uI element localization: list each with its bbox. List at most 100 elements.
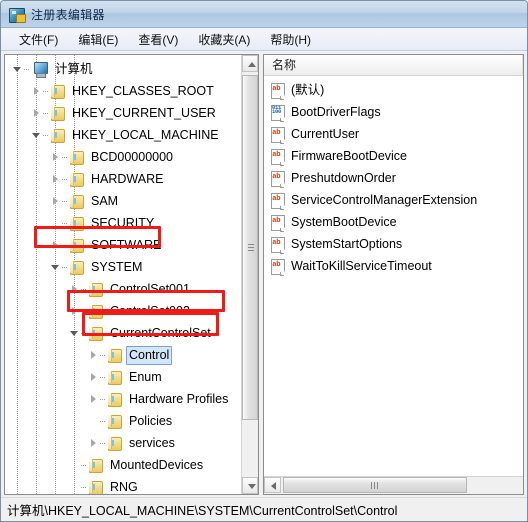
value-row[interactable]: ab CurrentUser xyxy=(264,123,523,145)
folder-icon xyxy=(107,414,122,429)
tree-item-system[interactable]: SYSTEM xyxy=(5,256,241,278)
expand-triangle-icon[interactable] xyxy=(87,366,100,388)
folder-icon xyxy=(88,282,103,297)
folder-icon xyxy=(88,480,103,494)
tree-connector xyxy=(43,80,50,102)
tree-item-label: SAM xyxy=(91,194,119,208)
tree-item-enum[interactable]: Enum xyxy=(5,366,241,388)
computer-icon xyxy=(31,61,48,78)
registry-tree-pane: 计算机 HKEY_CLASSES_ROOT HKEY_CURRENT_USER HKE… xyxy=(4,54,259,495)
menu-view[interactable]: 查看(V) xyxy=(130,29,186,50)
tree-item-controlset002[interactable]: ControlSet002 xyxy=(5,300,241,322)
folder-icon xyxy=(88,458,103,473)
folder-icon xyxy=(107,370,122,385)
expand-triangle-icon[interactable] xyxy=(87,432,100,454)
tree-connector xyxy=(62,190,69,212)
tree-item-bcd00000000[interactable]: BCD00000000 xyxy=(5,146,241,168)
tree-item-label: SOFTWARE xyxy=(91,238,162,252)
scroll-up-button[interactable] xyxy=(242,55,258,72)
value-name: CurrentUser xyxy=(291,127,360,141)
expand-triangle-icon[interactable] xyxy=(68,300,81,322)
menu-file[interactable]: 文件(F) xyxy=(11,29,66,50)
tree-item--[interactable]: 计算机 xyxy=(5,58,241,80)
tree-connector xyxy=(100,432,107,454)
tree-item-hkey-current-user[interactable]: HKEY_CURRENT_USER xyxy=(5,102,241,124)
value-row[interactable]: ab SystemBootDevice xyxy=(264,211,523,233)
registry-tree[interactable]: 计算机 HKEY_CLASSES_ROOT HKEY_CURRENT_USER HKE… xyxy=(5,55,241,494)
value-name: BootDriverFlags xyxy=(291,105,381,119)
tree-item-currentcontrolset[interactable]: CurrentControlSet xyxy=(5,322,241,344)
tree-scrollbar-thumb[interactable] xyxy=(242,75,258,420)
menu-edit[interactable]: 编辑(E) xyxy=(70,29,126,50)
tree-item-software[interactable]: SOFTWARE xyxy=(5,234,241,256)
collapse-triangle-icon[interactable] xyxy=(30,124,43,146)
tree-item-label: Control xyxy=(126,345,173,365)
tree-item-hkey-local-machine[interactable]: HKEY_LOCAL_MACHINE xyxy=(5,124,241,146)
list-horizontal-scrollbar[interactable] xyxy=(264,476,523,494)
tree-item-control[interactable]: Control xyxy=(5,344,241,366)
tree-item-label: services xyxy=(129,436,175,450)
menu-help[interactable]: 帮助(H) xyxy=(262,29,319,50)
scrollbar-grip-icon xyxy=(248,243,254,252)
expand-triangle-icon[interactable] xyxy=(87,344,100,366)
tree-item-sam[interactable]: SAM xyxy=(5,190,241,212)
value-row[interactable]: ab PreshutdownOrder xyxy=(264,167,523,189)
expand-triangle-icon[interactable] xyxy=(87,388,100,410)
expand-triangle-icon[interactable] xyxy=(68,278,81,300)
expand-triangle-icon[interactable] xyxy=(49,146,62,168)
folder-icon xyxy=(107,392,122,407)
string-value-icon: ab xyxy=(270,236,286,253)
tree-connector xyxy=(100,366,107,388)
tree-item-hardware[interactable]: HARDWARE xyxy=(5,168,241,190)
tree-item-label: MountedDevices xyxy=(110,458,204,472)
tree-item-rng[interactable]: RNG xyxy=(5,476,241,494)
tree-vertical-scrollbar[interactable] xyxy=(241,55,258,494)
collapse-triangle-icon[interactable] xyxy=(11,58,24,80)
expand-triangle-icon[interactable] xyxy=(49,190,62,212)
values-list[interactable]: ab (默认) 011 100 BootDriverFlags ab CurrentUser… xyxy=(264,76,523,476)
expand-triangle-icon[interactable] xyxy=(30,80,43,102)
value-row[interactable]: ab WaitToKillServiceTimeout xyxy=(264,255,523,277)
string-value-icon: ab xyxy=(270,258,286,275)
folder-icon xyxy=(50,84,65,99)
value-row[interactable]: ab ServiceControlManagerExtension xyxy=(264,189,523,211)
tree-connector xyxy=(81,476,88,494)
tree-connector xyxy=(62,256,69,278)
tree-item-hkey-classes-root[interactable]: HKEY_CLASSES_ROOT xyxy=(5,80,241,102)
collapse-triangle-icon[interactable] xyxy=(49,256,62,278)
string-value-icon: ab xyxy=(270,214,286,231)
collapse-triangle-icon[interactable] xyxy=(68,322,81,344)
folder-icon xyxy=(69,260,84,275)
string-value-icon: ab xyxy=(270,82,286,99)
value-row[interactable]: ab FirmwareBootDevice xyxy=(264,145,523,167)
expand-triangle-icon[interactable] xyxy=(49,234,62,256)
tree-item-policies[interactable]: Policies xyxy=(5,410,241,432)
column-name[interactable]: 名称 xyxy=(264,55,523,75)
tree-item-label: 计算机 xyxy=(55,62,93,76)
registry-editor-window: 注册表编辑器 文件(F) 编辑(E) 查看(V) 收藏夹(A) 帮助(H) 计算… xyxy=(0,0,528,522)
scroll-left-button[interactable] xyxy=(264,477,281,493)
folder-icon xyxy=(88,326,103,341)
menu-favorites[interactable]: 收藏夹(A) xyxy=(190,29,258,50)
tree-connector xyxy=(81,300,88,322)
scroll-down-button[interactable] xyxy=(242,477,258,494)
expand-triangle-icon[interactable] xyxy=(30,102,43,124)
folder-icon xyxy=(107,436,122,451)
folder-icon xyxy=(69,238,84,253)
tree-item-controlset001[interactable]: ControlSet001 xyxy=(5,278,241,300)
tree-connector xyxy=(62,212,69,234)
value-row[interactable]: 011 100 BootDriverFlags xyxy=(264,101,523,123)
tree-connector xyxy=(43,102,50,124)
list-scrollbar-thumb[interactable] xyxy=(283,477,467,493)
tree-item-mounteddevices[interactable]: MountedDevices xyxy=(5,454,241,476)
expand-triangle-icon[interactable] xyxy=(49,168,62,190)
value-row[interactable]: ab SystemStartOptions xyxy=(264,233,523,255)
scrollbar-grip-icon xyxy=(371,482,379,489)
values-column-header[interactable]: 名称 xyxy=(264,55,523,76)
tree-item-hardware-profiles[interactable]: Hardware Profiles xyxy=(5,388,241,410)
tree-item-services[interactable]: services xyxy=(5,432,241,454)
tree-item-security[interactable]: SECURITY xyxy=(5,212,241,234)
value-row[interactable]: ab (默认) xyxy=(264,79,523,101)
value-name: PreshutdownOrder xyxy=(291,171,396,185)
